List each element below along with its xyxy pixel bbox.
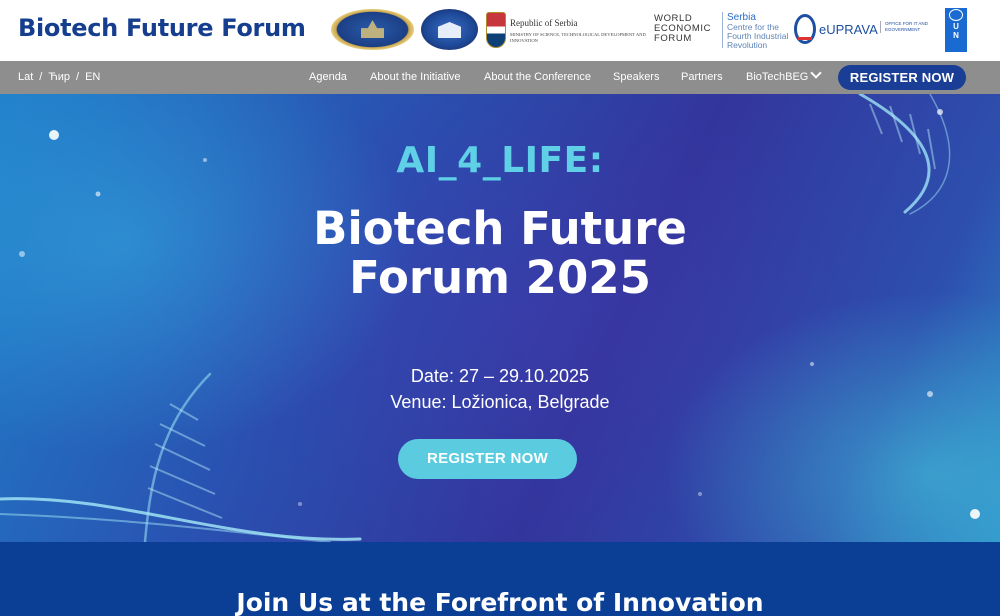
un-globe-icon bbox=[949, 9, 963, 21]
undp-logo[interactable]: U N bbox=[945, 8, 967, 52]
lang-latin-link[interactable]: Lat bbox=[18, 71, 33, 83]
government-seal-logo[interactable] bbox=[421, 9, 478, 50]
lang-english-link[interactable]: EN bbox=[85, 71, 100, 83]
main-nav: Lat / Ћир / EN Agenda About the Initiative A… bbox=[0, 61, 1000, 94]
lang-separator: / bbox=[76, 71, 80, 83]
nav-item-about-conference[interactable]: About the Conference bbox=[484, 71, 591, 83]
hero-title-line-1: Biotech Future bbox=[313, 202, 687, 255]
hero-register-button[interactable]: REGISTER NOW bbox=[398, 439, 577, 479]
nav-item-biotechbeg-label: BioTechBEG bbox=[746, 71, 809, 83]
hero-title: Biotech Future Forum 2025 bbox=[0, 204, 1000, 302]
event-venue: Venue: Ložionica, Belgrade bbox=[390, 392, 610, 412]
join-section-title: Join Us at the Forefront of Innovation bbox=[236, 588, 764, 616]
hero-banner: AI_4_LIFE: Biotech Future Forum 2025 Dat… bbox=[0, 94, 1000, 542]
euprava-logo-subtitle: Office for IT and eGovernment bbox=[880, 21, 940, 33]
chevron-down-icon bbox=[810, 67, 823, 79]
republic-of-serbia-logo[interactable]: Republic of Serbia Ministry of Science, … bbox=[486, 12, 646, 50]
euprava-logo-text: eUPRAVA bbox=[819, 22, 878, 37]
world-economic-forum-logo[interactable]: WORLD ECONOMIC FORUM bbox=[654, 14, 714, 44]
nav-register-button[interactable]: REGISTER NOW bbox=[838, 65, 966, 90]
hero-kicker: AI_4_LIFE: bbox=[396, 140, 604, 181]
nav-item-agenda[interactable]: Agenda bbox=[309, 71, 347, 83]
c4ir-logo-subtitle: Centre for the Fourth Industrial Revolut… bbox=[727, 22, 789, 50]
logo-bar: Biotech Future Forum Republic of Serbia … bbox=[0, 0, 1000, 61]
undp-letter: U bbox=[953, 22, 959, 31]
nav-item-speakers[interactable]: Speakers bbox=[613, 71, 659, 83]
undp-letter: N bbox=[953, 31, 959, 40]
serbia-coat-of-arms-icon bbox=[486, 12, 506, 48]
lang-cyrillic-link[interactable]: Ћир bbox=[48, 71, 70, 83]
serbia-logo-title: Republic of Serbia bbox=[510, 18, 578, 28]
nav-item-partners[interactable]: Partners bbox=[681, 71, 723, 83]
language-switcher: Lat / Ћир / EN bbox=[18, 71, 100, 83]
c4ir-serbia-logo[interactable]: Serbia Centre for the Fourth Industrial … bbox=[722, 12, 795, 50]
hero-title-line-2: Forum 2025 bbox=[349, 251, 651, 304]
euprava-e-icon bbox=[794, 14, 816, 44]
lang-separator: / bbox=[39, 71, 43, 83]
join-section: Join Us at the Forefront of Innovation bbox=[0, 542, 1000, 616]
site-title[interactable]: Biotech Future Forum bbox=[18, 14, 306, 42]
nav-item-biotechbeg[interactable]: BioTechBEG bbox=[746, 67, 823, 83]
event-date: Date: 27 – 29.10.2025 bbox=[410, 366, 590, 386]
national-assembly-seal-logo[interactable] bbox=[331, 9, 414, 50]
nav-item-about-initiative[interactable]: About the Initiative bbox=[370, 71, 461, 83]
serbia-logo-ministry: Ministry of Science, Technological Devel… bbox=[510, 32, 646, 43]
euprava-logo[interactable]: eUPRAVA Office for IT and eGovernment bbox=[794, 14, 942, 46]
